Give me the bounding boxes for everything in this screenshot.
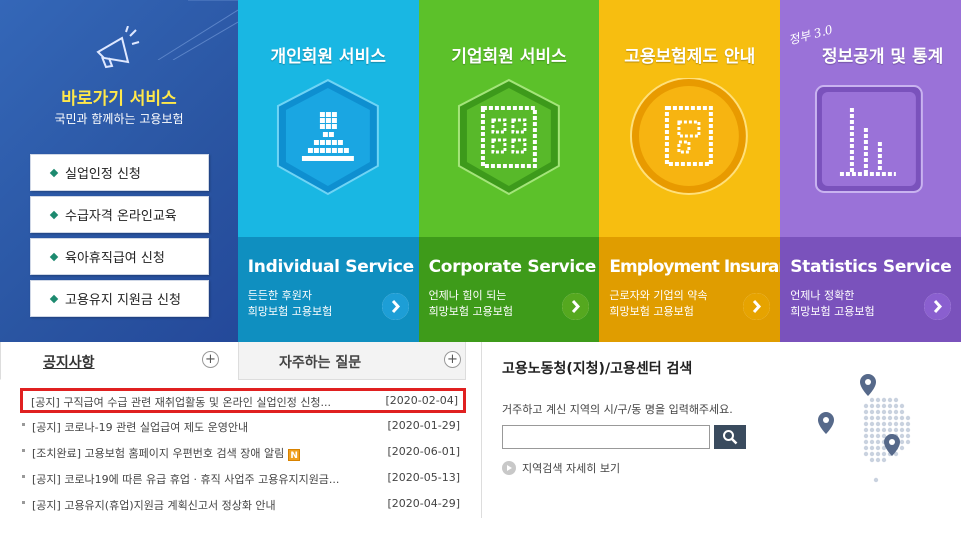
tile-english-title: Corporate Service — [428, 257, 597, 277]
office-search-title: 고용노동청(지청)/고용센터 검색 — [502, 361, 693, 377]
korea-map-icon — [818, 374, 911, 483]
region-search-input[interactable] — [502, 425, 710, 449]
notice-board: 공지사항 + 자주하는 질문 + [공지] 구직급여 수급 관련 재취업활동 및… — [0, 342, 482, 540]
tab-faq[interactable]: 자주하는 질문 + — [238, 342, 466, 380]
bullet-icon — [22, 423, 25, 426]
tile-english-title: Employment Insurance — [609, 257, 780, 277]
tile-description: 언제나 정확한 희망보험 고용보험 — [790, 288, 874, 320]
list-item[interactable]: [공지] 코로나-19 관련 실업급여 제도 운영안내 [2020-01-29] — [22, 416, 462, 436]
arrow-right-icon[interactable] — [562, 293, 590, 320]
location-pin-icon — [818, 412, 834, 434]
notice-date: [2020-05-13] — [387, 471, 460, 484]
tile-corporate-service[interactable]: 기업회원 서비스 Corporate Service 언제나 힘이 되는 희망보… — [418, 0, 600, 342]
region-search-detail-label[interactable]: 지역검색 자세히 보기 — [522, 460, 620, 476]
parental-leave-button[interactable]: 육아휴직급여 신청 — [30, 238, 209, 275]
tile-desc-line1: 언제나 힘이 되는 — [428, 289, 507, 302]
arrow-right-icon[interactable] — [381, 293, 409, 320]
service-tiles: 바로가기 서비스 국민과 함께하는 고용보험 실업인정 신청 수급자격 온라인교… — [0, 0, 961, 342]
online-education-button[interactable]: 수급자격 온라인교육 — [30, 196, 209, 233]
bar-chart-icon — [815, 85, 924, 193]
employment-insurance-home: 바로가기 서비스 국민과 함께하는 고용보험 실업인정 신청 수급자격 온라인교… — [0, 0, 961, 540]
tile-english-title: Individual Service — [247, 257, 414, 277]
list-item[interactable]: [공지] 구직급여 수급 관련 재취업활동 및 온라인 실업인정 신청... [… — [20, 388, 466, 413]
new-badge-icon: N — [288, 449, 301, 461]
tile-desc-line1: 언제나 정확한 — [790, 289, 855, 302]
tab-notice[interactable]: 공지사항 + — [0, 342, 238, 380]
person-icon — [276, 78, 379, 196]
quick-links-title: 바로가기 서비스 — [61, 89, 177, 109]
tile-employment-insurance[interactable]: 고용보험제도 안내 Employment Insurance 근로자와 기업의 … — [599, 0, 781, 342]
tab-notice-label[interactable]: 공지사항 — [43, 352, 95, 372]
list-item[interactable]: [조치완료] 고용보험 홈페이지 우편번호 검색 장애 알림 N [2020-06… — [22, 442, 462, 462]
tile-title: 고용보험제도 안내 — [624, 47, 756, 67]
play-icon — [502, 461, 516, 475]
tile-english-title: Statistics Service — [790, 257, 952, 277]
unemployment-recognition-button[interactable]: 실업인정 신청 — [30, 154, 209, 191]
tile-desc-line2: 희망보험 고용보험 — [790, 305, 875, 318]
quick-links-panel: 바로가기 서비스 국민과 함께하는 고용보험 실업인정 신청 수급자격 온라인교… — [0, 0, 238, 342]
search-button[interactable] — [714, 425, 746, 449]
tile-title: 개인회원 서비스 — [270, 47, 386, 67]
office-search-hint: 거주하고 계신 지역의 시/구/동 명을 입력해주세요. — [502, 403, 733, 416]
tile-title: 정보공개 및 통계 — [821, 47, 944, 67]
list-item[interactable]: [공지] 고용유지(휴업)지원금 계획신고서 정상화 안내 [2020-04-2… — [22, 494, 462, 514]
diamond-bullet-icon — [49, 294, 59, 303]
notice-title-wrap[interactable]: [조치완료] 고용보험 홈페이지 우편번호 검색 장애 알림 N — [32, 445, 301, 461]
button-label: 수급자격 온라인교육 — [65, 209, 177, 224]
list-item[interactable]: [공지] 코로나19에 따른 유급 휴업 · 휴직 사업주 고용유지지원금...… — [22, 468, 462, 488]
office-search-panel: 고용노동청(지청)/고용센터 검색 거주하고 계신 지역의 시/구/동 명을 입… — [482, 342, 961, 540]
plus-icon[interactable]: + — [444, 351, 461, 368]
arrow-right-icon[interactable] — [743, 293, 771, 320]
document-icon — [630, 78, 749, 195]
notice-title[interactable]: [공지] 코로나-19 관련 실업급여 제도 운영안내 — [32, 419, 248, 435]
employment-retention-button[interactable]: 고용유지 지원금 신청 — [30, 280, 209, 317]
board-tabs: 공지사항 + 자주하는 질문 + — [0, 342, 482, 380]
bullet-icon — [22, 501, 25, 504]
button-label: 고용유지 지원금 신청 — [65, 293, 181, 308]
bullet-icon — [22, 475, 25, 478]
notice-date: [2020-04-29] — [387, 497, 460, 510]
tile-desc-line1: 근로자와 기업의 약속 — [609, 289, 708, 302]
button-label: 육아휴직급여 신청 — [65, 251, 165, 266]
notice-date: [2020-02-04] — [385, 394, 458, 407]
tile-desc-line2: 희망보험 고용보험 — [247, 305, 333, 318]
notice-title[interactable]: [공지] 고용유지(휴업)지원금 계획신고서 정상화 안내 — [32, 497, 276, 513]
diamond-bullet-icon — [49, 168, 59, 177]
bullet-icon — [22, 449, 25, 452]
notice-title[interactable]: [공지] 코로나19에 따른 유급 휴업 · 휴직 사업주 고용유지지원금... — [32, 471, 339, 487]
plus-icon[interactable]: + — [202, 351, 219, 368]
search-icon — [723, 430, 738, 445]
building-icon — [457, 78, 560, 196]
tile-statistics-service[interactable]: 정부 3.0 정보공개 및 통계 Statistics Service 언제나 … — [780, 0, 961, 342]
arrow-right-icon[interactable] — [924, 293, 951, 320]
tile-desc-line1: 든든한 후원자 — [247, 289, 312, 302]
tile-desc-line2: 희망보험 고용보험 — [428, 305, 514, 318]
diamond-bullet-icon — [49, 210, 59, 219]
diamond-bullet-icon — [49, 252, 59, 261]
location-pin-icon — [860, 374, 876, 396]
tile-description: 든든한 후원자 희망보험 고용보험 — [248, 288, 332, 320]
tile-description: 언제나 힘이 되는 희망보험 고용보험 — [429, 288, 513, 320]
tile-description: 근로자와 기업의 약속 희망보험 고용보험 — [609, 288, 707, 320]
notice-title[interactable]: [조치완료] 고용보험 홈페이지 우편번호 검색 장애 알림 — [32, 447, 284, 460]
tile-individual-service[interactable]: 개인회원 서비스 Individual Service 든든한 후원자 희망보험… — [237, 0, 419, 342]
tile-title: 기업회원 서비스 — [451, 47, 567, 67]
button-label: 실업인정 신청 — [65, 167, 141, 182]
tab-faq-label[interactable]: 자주하는 질문 — [279, 352, 361, 372]
quick-links-subtitle: 국민과 함께하는 고용보험 — [54, 112, 184, 126]
megaphone-icon — [96, 26, 140, 69]
notice-date: [2020-01-29] — [387, 419, 460, 432]
notice-date: [2020-06-01] — [387, 445, 460, 458]
region-search-detail-link[interactable]: 지역검색 자세히 보기 — [502, 460, 620, 476]
tile-desc-line2: 희망보험 고용보험 — [609, 305, 694, 318]
notice-title[interactable]: [공지] 구직급여 수급 관련 재취업활동 및 온라인 실업인정 신청... — [31, 394, 331, 410]
